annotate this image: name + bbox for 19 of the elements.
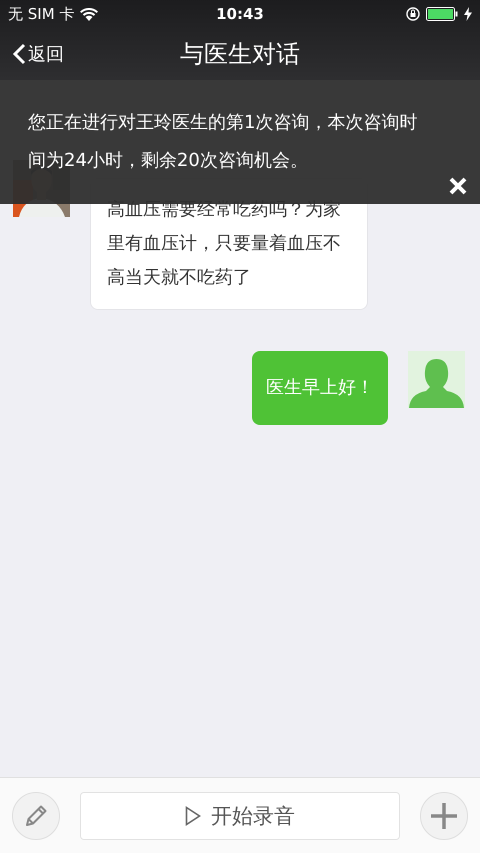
edit-button[interactable] xyxy=(12,792,60,840)
add-button[interactable] xyxy=(420,792,468,840)
back-button[interactable]: 返回 xyxy=(0,42,64,66)
plus-icon xyxy=(429,800,459,830)
rotation-lock-icon xyxy=(406,7,420,21)
record-button[interactable]: 开始录音 xyxy=(80,792,400,840)
chevron-left-icon xyxy=(12,43,26,65)
charging-bolt-icon xyxy=(464,7,472,21)
battery-icon xyxy=(426,7,458,21)
wifi-icon xyxy=(80,8,98,20)
user-avatar-icon xyxy=(408,351,465,408)
play-icon xyxy=(185,806,201,826)
page-title: 与医生对话 xyxy=(180,39,300,70)
carrier-label: 无 SIM 卡 xyxy=(8,4,74,24)
pencil-icon xyxy=(23,802,49,828)
close-icon xyxy=(448,176,468,196)
clock-time: 10:43 xyxy=(216,5,264,23)
message-bubble: 医生早上好！ xyxy=(252,351,388,425)
notice-text: 您正在进行对王玲医生的第1次咨询，本次咨询时间为24小时，剩余20次咨询机会。 xyxy=(27,111,418,173)
